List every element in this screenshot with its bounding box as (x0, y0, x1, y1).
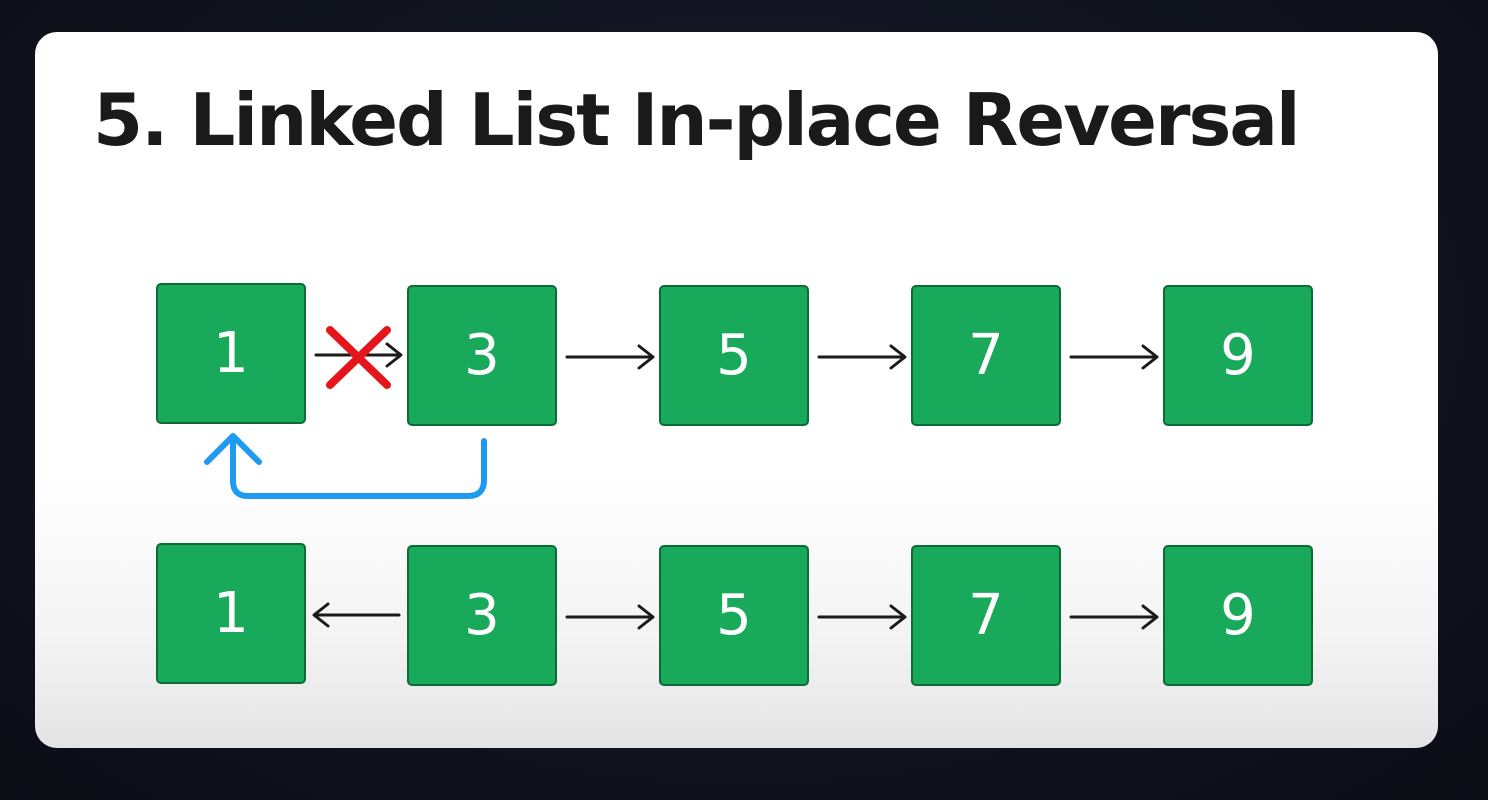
arrow-row1-7-to-9 (1069, 344, 1159, 370)
arrow-row2-3-to-5 (565, 604, 655, 630)
arrow-row2-3-to-1 (312, 602, 401, 628)
arrow-row1-3-to-5 (565, 344, 655, 370)
slide-card: 5. Linked List In-place Reversal 1 3 5 7… (35, 32, 1438, 748)
removed-link-cross-icon (326, 326, 391, 389)
arrow-row1-5-to-7 (817, 344, 907, 370)
reverse-link-curved-arrow (204, 433, 487, 499)
arrow-row2-7-to-9 (1069, 604, 1159, 630)
arrow-row2-5-to-7 (817, 604, 907, 630)
diagram-arrows (204, 326, 1159, 630)
